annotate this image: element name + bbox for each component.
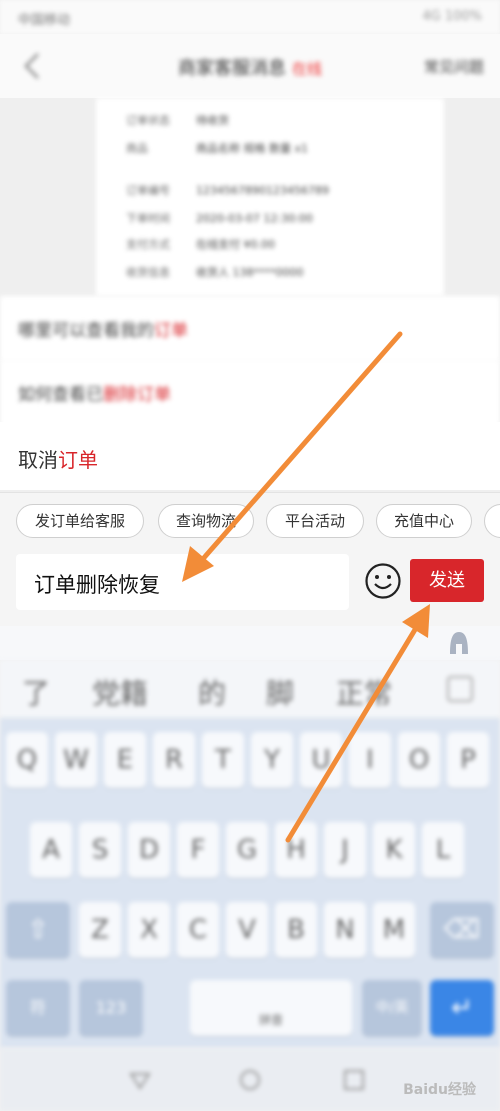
key[interactable]: G <box>226 822 268 878</box>
order-card[interactable]: 订单状态 待收货 商品 商品名称 规格 数量 x1 订单编号 123456789012… <box>96 98 444 296</box>
collapse-keyboard-icon[interactable] <box>447 676 473 702</box>
emoji-icon[interactable] <box>364 562 402 600</box>
home-nav-icon[interactable] <box>238 1068 262 1092</box>
key[interactable]: V <box>226 902 268 958</box>
key[interactable]: X <box>128 902 170 958</box>
order-row: 支付方式 在线支付 ¥0.00 <box>126 238 275 251</box>
order-row: 收货信息 收货人 138****0000 <box>126 266 304 279</box>
key[interactable]: L <box>422 822 464 878</box>
recents-nav-icon[interactable] <box>342 1068 366 1092</box>
battery-label: 4G 100% <box>422 9 482 24</box>
backspace-key[interactable]: ⌫ <box>430 902 494 958</box>
key[interactable]: C <box>177 902 219 958</box>
chip-track-logistics[interactable]: 查询物流 <box>158 504 254 538</box>
watermark: Baidu经验 <box>403 1082 476 1098</box>
key[interactable]: F <box>177 822 219 878</box>
carrier-label: 中国移动 <box>18 13 71 28</box>
question-highlight: 订单 <box>154 321 188 341</box>
suggested-question-cancel-order[interactable]: 取消订单 <box>0 422 500 490</box>
key[interactable]: N <box>324 902 366 958</box>
keyboard: Q W E R T Y U I O P A S D F G H J K L ⇧ … <box>0 718 500 1048</box>
candidate-word[interactable]: 脚 <box>266 672 294 712</box>
key[interactable]: A <box>30 822 72 878</box>
enter-key[interactable]: ↵ <box>430 980 494 1036</box>
status-bar: 中国移动 4G 100% <box>0 0 500 34</box>
order-row: 订单编号 1234567890123456789 <box>126 184 329 197</box>
ime-logo-icon[interactable] <box>446 630 472 656</box>
send-button[interactable]: 发送 <box>410 559 484 602</box>
faq-link[interactable]: 常见问题 <box>424 56 484 77</box>
key[interactable]: I <box>349 732 391 788</box>
numbers-key[interactable]: 123 <box>79 980 143 1036</box>
candidate-word[interactable]: 的 <box>198 672 226 712</box>
key[interactable]: O <box>398 732 440 788</box>
message-input[interactable]: 订单删除恢复 <box>16 554 349 610</box>
chat-area: 订单状态 待收货 商品 商品名称 规格 数量 x1 订单编号 123456789012… <box>0 98 500 492</box>
chip-platform-activity[interactable]: 平台活动 <box>266 504 364 538</box>
key[interactable]: K <box>373 822 415 878</box>
key[interactable]: R <box>153 732 195 788</box>
key[interactable]: T <box>202 732 244 788</box>
ime-toolbar <box>0 626 500 660</box>
message-input-value: 订单删除恢复 <box>34 573 160 597</box>
key[interactable]: D <box>128 822 170 878</box>
space-key[interactable]: 拼音 <box>190 980 352 1036</box>
key[interactable]: Z <box>79 902 121 958</box>
key[interactable]: P <box>447 732 489 788</box>
back-nav-icon[interactable] <box>128 1068 152 1092</box>
shift-key[interactable]: ⇧ <box>6 902 70 958</box>
quick-reply-bar: 发订单给客服 查询物流 平台活动 充值中心 更多 <box>0 492 500 548</box>
order-row: 下单时间 2020-03-07 12:30:00 <box>126 212 313 225</box>
candidate-word[interactable]: 正常 <box>336 672 392 712</box>
chip-send-order[interactable]: 发订单给客服 <box>16 504 144 538</box>
question-text: 如何查看已 <box>18 385 103 405</box>
suggested-question[interactable]: 如何查看已删除订单 <box>0 360 500 426</box>
question-highlight: 删除订单 <box>103 385 171 405</box>
key[interactable]: S <box>79 822 121 878</box>
key[interactable]: H <box>275 822 317 878</box>
key[interactable]: Y <box>251 732 293 788</box>
question-text: 哪里可以查看我的 <box>18 321 154 341</box>
symbols-key[interactable]: 符 <box>6 980 70 1036</box>
question-highlight: 订单 <box>58 448 98 472</box>
key[interactable]: Q <box>6 732 48 788</box>
language-key[interactable]: 中/英 <box>362 980 422 1036</box>
chat-header: 商家客服消息 在线 常见问题 <box>0 34 500 98</box>
key[interactable]: B <box>275 902 317 958</box>
key[interactable]: U <box>300 732 342 788</box>
ime-candidate-bar: 了 党籍 的 脚 正常 <box>0 660 500 718</box>
order-row: 商品 商品名称 规格 数量 x1 <box>126 142 308 155</box>
key[interactable]: M <box>373 902 415 958</box>
online-tag: 在线 <box>291 60 322 78</box>
candidate-word[interactable]: 党籍 <box>92 672 148 712</box>
question-text: 取消 <box>18 448 58 472</box>
key[interactable]: J <box>324 822 366 878</box>
key[interactable]: W <box>55 732 97 788</box>
suggested-question[interactable]: 哪里可以查看我的订单 <box>0 296 500 362</box>
chip-recharge-center[interactable]: 充值中心 <box>376 504 472 538</box>
shop-name: 商家客服消息 <box>177 58 286 79</box>
candidate-word[interactable]: 了 <box>22 672 50 712</box>
chip-more[interactable]: 更多 <box>484 504 500 538</box>
key[interactable]: E <box>104 732 146 788</box>
order-row: 订单状态 待收货 <box>126 114 229 127</box>
message-input-row: 订单删除恢复 发送 <box>0 548 500 626</box>
